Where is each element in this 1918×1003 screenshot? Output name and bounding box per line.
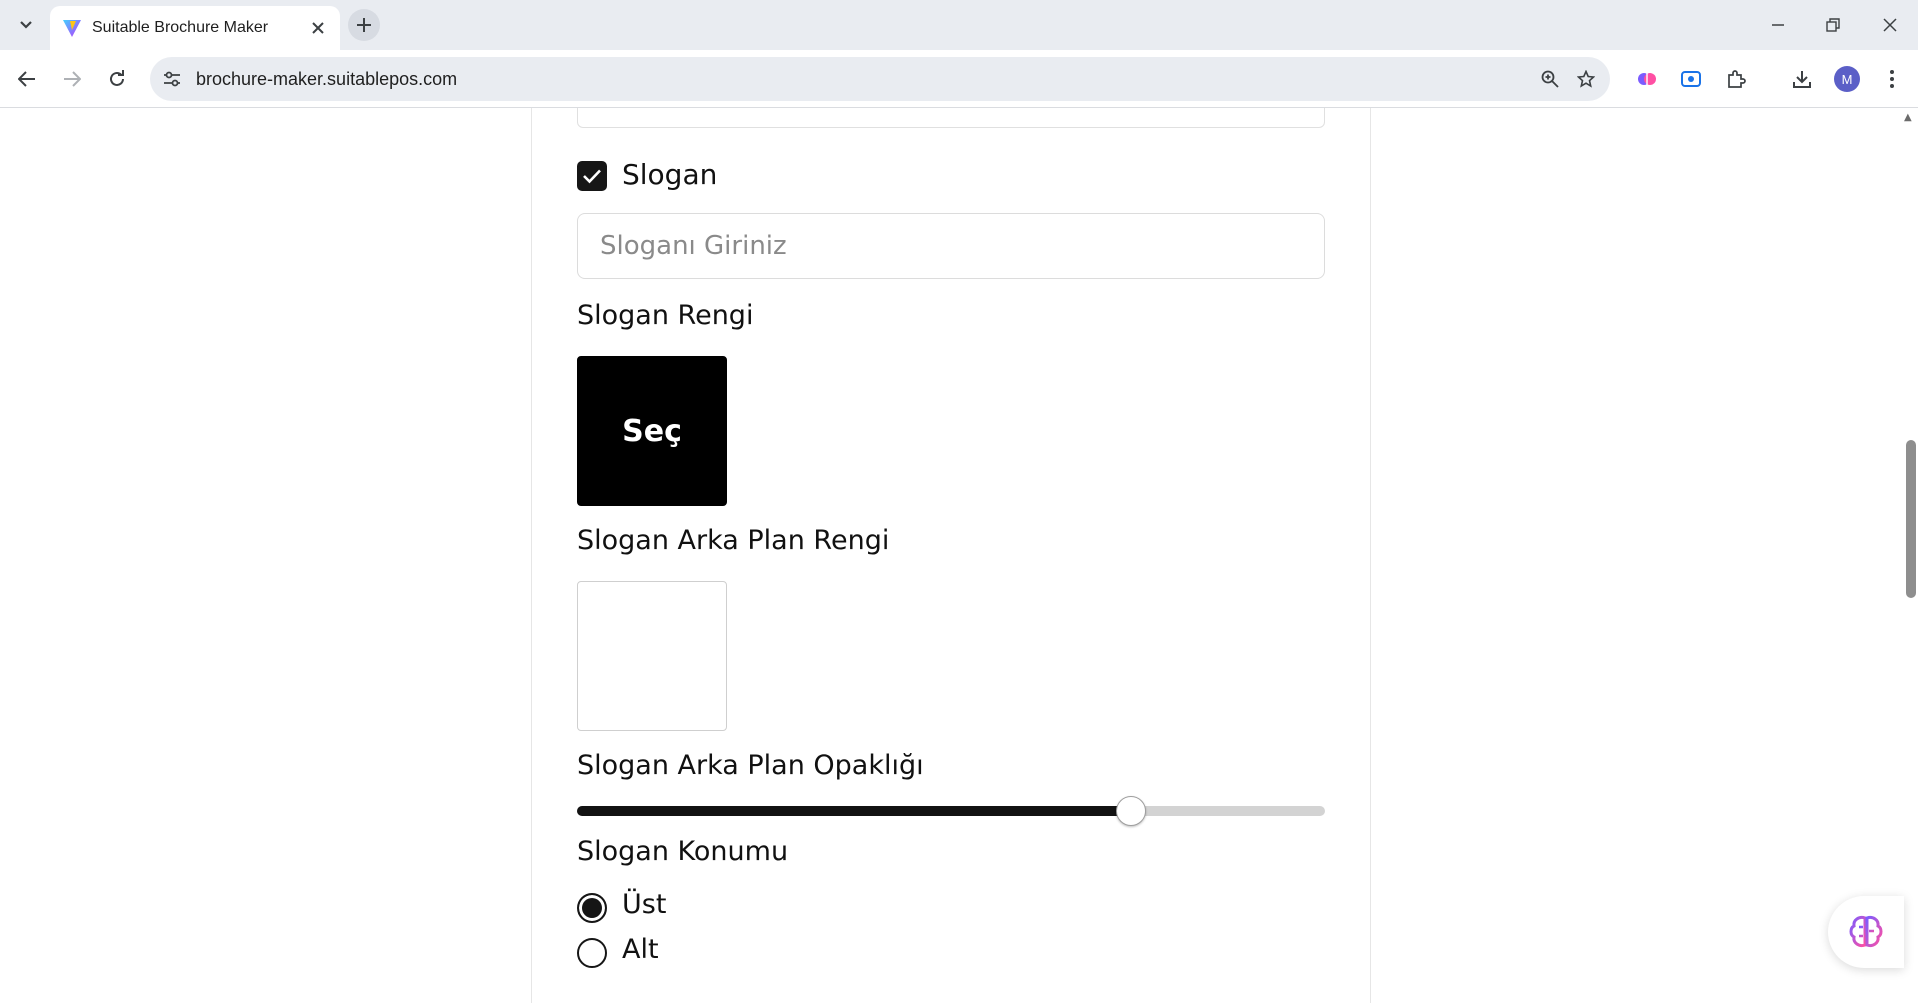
url-text[interactable]: brochure-maker.suitablepos.com	[196, 69, 1532, 90]
scroll-up-arrow[interactable]: ▲	[1904, 112, 1916, 124]
radio-position-bottom-label[interactable]: Alt	[622, 934, 659, 965]
arrow-right-icon	[64, 71, 81, 87]
zoom-button[interactable]	[1532, 61, 1568, 97]
screen-record-icon	[1681, 71, 1701, 87]
slider-thumb[interactable]	[1116, 796, 1146, 826]
scrollbar-thumb[interactable]	[1906, 440, 1916, 598]
active-tab[interactable]: Suitable Brochure Maker	[50, 6, 340, 50]
back-button[interactable]	[13, 65, 41, 93]
tab-title: Suitable Brochure Maker	[92, 19, 269, 36]
browser-toolbar: brochure-maker.suitablepos.com	[0, 50, 1918, 108]
zoom-icon	[1541, 70, 1559, 88]
tab-search-button[interactable]	[14, 13, 38, 37]
forward-button[interactable]	[58, 65, 86, 93]
address-bar[interactable]: brochure-maker.suitablepos.com	[150, 57, 1610, 101]
browser-menu-button[interactable]	[1877, 64, 1907, 94]
slogan-bg-opacity-slider[interactable]	[577, 796, 1325, 826]
profile-avatar[interactable]: M	[1834, 66, 1860, 92]
extensions-button[interactable]	[1721, 64, 1751, 94]
extension-screen-button[interactable]	[1676, 64, 1706, 94]
slider-fill	[577, 806, 1131, 816]
close-icon	[312, 21, 324, 34]
slogan-color-label: Slogan Rengi	[577, 300, 754, 331]
close-icon	[1883, 18, 1897, 32]
tab-bar: Suitable Brochure Maker	[0, 0, 1918, 50]
minimize-button[interactable]	[1763, 10, 1793, 40]
slogan-checkbox-label[interactable]: Slogan	[622, 158, 717, 191]
settings-panel: Slogan Slogan Rengi Seç Slogan Arka Plan…	[531, 108, 1371, 1003]
brain-icon	[1849, 916, 1883, 947]
slogan-bg-opacity-label: Slogan Arka Plan Opaklığı	[577, 750, 924, 781]
radio-position-top[interactable]	[577, 893, 607, 923]
minimize-icon	[1772, 24, 1784, 26]
radio-position-top-label[interactable]: Üst	[622, 889, 666, 920]
check-icon	[583, 169, 601, 184]
restore-button[interactable]	[1818, 10, 1848, 40]
close-tab-button[interactable]	[308, 18, 328, 39]
slogan-bg-color-label: Slogan Arka Plan Rengi	[577, 525, 890, 556]
radio-position-bottom[interactable]	[577, 938, 607, 968]
arrow-left-icon	[18, 71, 35, 87]
reload-icon	[110, 70, 124, 86]
downloads-button[interactable]	[1787, 64, 1817, 94]
slogan-color-picker-button[interactable]: Seç	[577, 356, 727, 506]
kebab-menu-icon	[1890, 70, 1894, 88]
slogan-position-label: Slogan Konumu	[577, 836, 789, 867]
brain-icon	[1638, 73, 1656, 85]
close-window-button[interactable]	[1875, 10, 1905, 40]
slogan-bg-color-picker-button[interactable]	[577, 581, 727, 731]
vite-favicon-icon	[63, 20, 81, 37]
tune-icon	[164, 71, 180, 87]
bookmark-button[interactable]	[1568, 61, 1604, 97]
slogan-checkbox[interactable]	[577, 161, 607, 191]
slogan-input[interactable]	[577, 213, 1325, 279]
extension-brain-button[interactable]	[1632, 64, 1662, 94]
site-info-button[interactable]	[156, 63, 188, 95]
chevron-down-icon	[20, 21, 32, 29]
puzzle-icon	[1728, 70, 1746, 88]
new-tab-button[interactable]	[348, 9, 380, 41]
previous-input-field[interactable]	[577, 108, 1325, 128]
page-content: Slogan Slogan Rengi Seç Slogan Arka Plan…	[0, 108, 1918, 1003]
download-icon	[1793, 71, 1811, 88]
reload-button[interactable]	[103, 65, 131, 93]
star-icon	[1577, 70, 1595, 88]
plus-icon	[357, 18, 371, 32]
restore-icon	[1826, 18, 1840, 32]
assistant-widget-button[interactable]	[1828, 896, 1904, 968]
